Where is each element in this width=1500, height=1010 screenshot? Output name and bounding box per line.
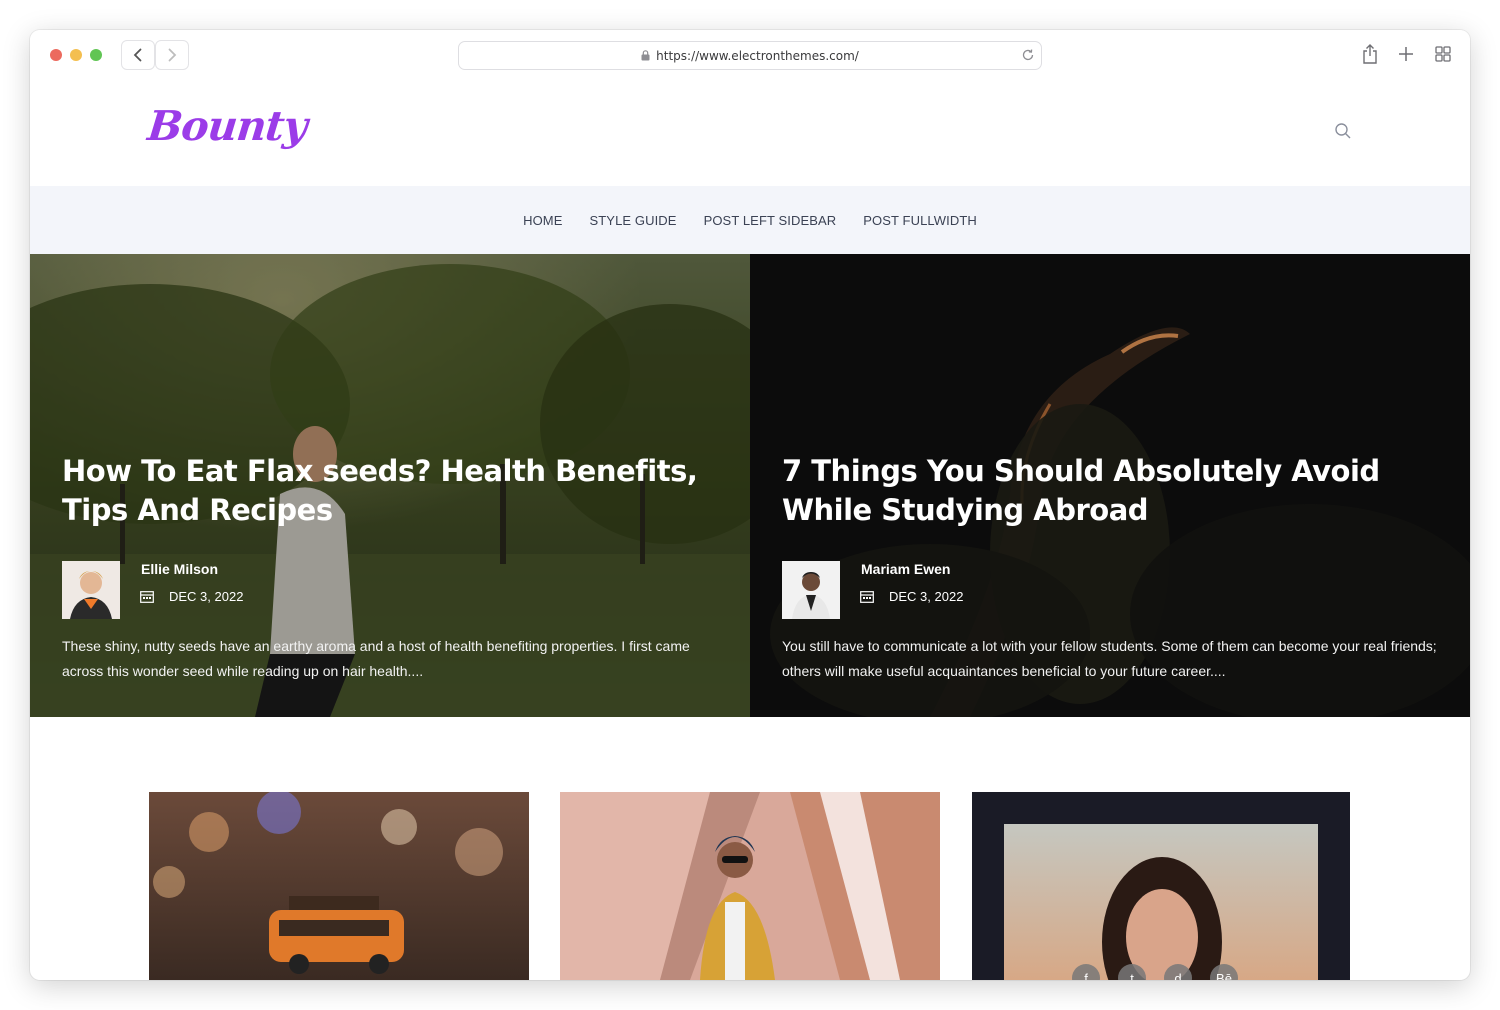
chevron-right-icon — [168, 48, 177, 62]
new-tab-button[interactable] — [1394, 42, 1418, 66]
card-image-woman-portrait — [972, 792, 1350, 980]
author-avatar[interactable] — [782, 561, 840, 619]
author-name[interactable]: Ellie Milson — [141, 561, 218, 577]
reload-icon[interactable] — [1021, 48, 1035, 62]
address-bar[interactable]: https://www.electronthemes.com/ — [458, 41, 1042, 70]
grid-icon — [1435, 46, 1451, 62]
main-navigation: HOME STYLE GUIDE POST LEFT SIDEBAR POST … — [30, 186, 1470, 254]
post-date: DEC 3, 2022 — [169, 589, 244, 604]
nav-post-fullwidth[interactable]: POST FULLWIDTH — [863, 213, 977, 228]
post-card-2[interactable] — [560, 792, 940, 980]
lock-icon — [641, 50, 650, 61]
nav-home[interactable]: HOME — [523, 213, 562, 228]
post-date: DEC 3, 2022 — [889, 589, 964, 604]
avatar-image — [62, 561, 120, 619]
calendar-icon — [860, 591, 874, 603]
post-card-3[interactable]: f t d Bē — [972, 792, 1350, 980]
forward-button[interactable] — [155, 40, 189, 70]
card-image-toy-van — [149, 792, 529, 980]
card-image-woman-yellow-jacket — [560, 792, 940, 980]
nav-style-guide[interactable]: STYLE GUIDE — [590, 213, 677, 228]
post-card-1[interactable] — [149, 792, 529, 980]
tab-overview-button[interactable] — [1431, 42, 1455, 66]
share-button[interactable] — [1358, 42, 1382, 66]
author-avatar[interactable] — [62, 561, 120, 619]
author-name[interactable]: Mariam Ewen — [861, 561, 950, 577]
avatar-image — [782, 561, 840, 619]
plus-icon — [1399, 47, 1413, 61]
post-excerpt: You still have to communicate a lot with… — [782, 638, 1437, 679]
minimize-window-button[interactable] — [70, 49, 82, 61]
featured-post-title[interactable]: How To Eat Flax seeds? Health Benefits, … — [62, 452, 712, 530]
zoom-window-button[interactable] — [90, 49, 102, 61]
chevron-left-icon — [133, 48, 142, 62]
nav-post-left-sidebar[interactable]: POST LEFT SIDEBAR — [704, 213, 837, 228]
back-button[interactable] — [121, 40, 155, 70]
browser-window: https://www.electronthemes.com/ Bounty H… — [30, 30, 1470, 980]
close-window-button[interactable] — [50, 49, 62, 61]
featured-post-1[interactable]: How To Eat Flax seeds? Health Benefits, … — [30, 254, 750, 717]
site-logo[interactable]: Bounty — [145, 102, 308, 150]
calendar-icon — [140, 591, 154, 603]
post-excerpt: These shiny, nutty seeds have an earthy … — [62, 638, 690, 679]
featured-post-2[interactable]: 7 Things You Should Absolutely Avoid Whi… — [750, 254, 1470, 717]
browser-toolbar: https://www.electronthemes.com/ — [30, 30, 1470, 82]
url-text: https://www.electronthemes.com/ — [656, 48, 859, 63]
search-icon[interactable] — [1334, 122, 1352, 140]
featured-post-title[interactable]: 7 Things You Should Absolutely Avoid Whi… — [782, 452, 1432, 530]
share-icon — [1363, 44, 1377, 64]
